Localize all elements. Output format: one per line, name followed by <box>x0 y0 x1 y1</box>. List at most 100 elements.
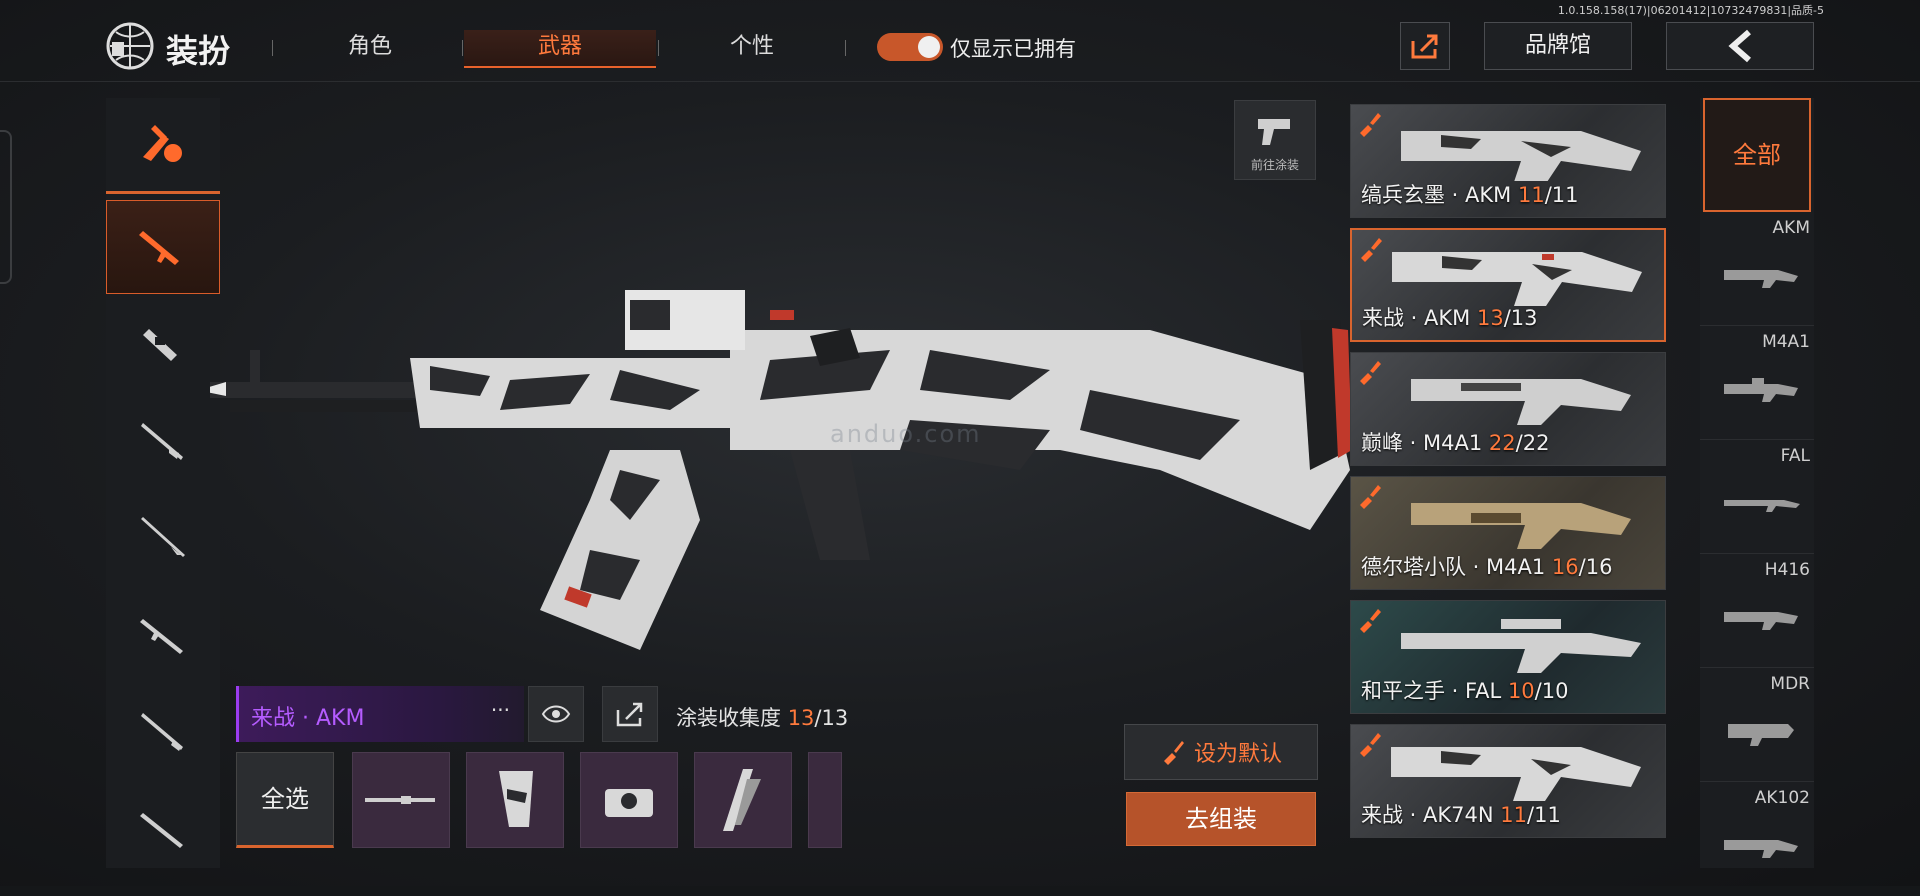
filter-item-fal[interactable]: FAL <box>1700 440 1814 554</box>
divider <box>658 40 659 56</box>
category-all-weapons[interactable] <box>106 98 220 194</box>
left-edge-handle[interactable] <box>0 130 12 284</box>
paintbrush-icon <box>1360 733 1381 757</box>
share-skin-button[interactable] <box>602 686 658 742</box>
skin-name: 来战 · AKM <box>1362 306 1471 330</box>
akm-icon <box>1724 270 1798 288</box>
owned-only-label: 仅显示已拥有 <box>950 37 1076 61</box>
skin-card[interactable]: 德尔塔小队 · M4A1 16/16 <box>1350 476 1666 590</box>
skin-card-label: 来战 · AKM 13/13 <box>1362 302 1538 332</box>
rifle-icon <box>140 813 183 848</box>
gun-thumbnail <box>1391 747 1641 801</box>
attachment-slot-more[interactable] <box>808 752 842 848</box>
paint-collection-progress: 涂装收集度 13/13 <box>676 702 848 732</box>
skin-owned: 11 <box>1517 183 1545 207</box>
skin-card-label: 和平之手 · FAL 10/10 <box>1361 675 1568 705</box>
skin-total: /11 <box>1544 183 1579 207</box>
filter-item-ak102[interactable]: AK102 <box>1700 782 1814 896</box>
skin-card[interactable]: 缟兵玄墨 · AKM 11/11 <box>1350 104 1666 218</box>
category-assault-rifle[interactable] <box>106 200 220 294</box>
category-pistol[interactable] <box>106 780 220 874</box>
weapon-category-sidebar <box>106 98 220 868</box>
gun-thumbnail <box>1401 131 1641 181</box>
skin-card[interactable]: 巅峰 · M4A1 22/22 <box>1350 352 1666 466</box>
select-all-button[interactable]: 全选 <box>236 752 334 848</box>
divider <box>272 40 273 56</box>
barrel-attachment-icon <box>365 796 435 804</box>
goto-paint-label: 前往涂装 <box>1250 158 1299 172</box>
current-skin-bar[interactable]: 来战 · AKM ··· <box>236 686 524 742</box>
set-default-label: 设为默认 <box>1193 742 1282 767</box>
attachment-slot-barrel[interactable] <box>352 752 450 848</box>
divider <box>845 40 846 56</box>
eye-icon <box>541 705 571 723</box>
attachment-slot-grip[interactable] <box>466 752 564 848</box>
h416-icon <box>1724 612 1798 630</box>
weapons-category-icon <box>143 124 182 162</box>
pistol-icon <box>1258 119 1290 145</box>
skin-owned: 11 <box>1500 803 1528 827</box>
set-default-button[interactable]: 设为默认 <box>1124 724 1318 780</box>
gun-thumbnail <box>1411 379 1631 425</box>
preview-toggle-button[interactable] <box>528 686 584 742</box>
page-title: 装扮 <box>166 32 231 70</box>
filter-item-akm[interactable]: AKM <box>1700 212 1814 326</box>
skin-list: 缟兵玄墨 · AKM 11/11 来战 · AKM 13/13 巅峰 · M4A… <box>1350 104 1666 850</box>
category-shotgun[interactable] <box>106 684 220 778</box>
skin-name: 来战 · AK74N <box>1361 803 1494 827</box>
fal-icon <box>1724 500 1800 512</box>
tab-personality[interactable]: 个性 <box>682 30 822 68</box>
assault-rifle-icon <box>139 231 179 265</box>
more-options-button[interactable]: ··· <box>491 698 510 722</box>
share-button[interactable] <box>1400 22 1450 70</box>
attachment-slot-sight[interactable] <box>580 752 678 848</box>
skin-total: /10 <box>1534 679 1569 703</box>
m4a1-icon <box>1724 378 1798 402</box>
category-lmg[interactable] <box>106 588 220 682</box>
filter-label: FAL <box>1780 446 1810 466</box>
back-arrow-icon <box>1728 29 1751 63</box>
gun-thumbnail <box>1392 252 1642 306</box>
filter-label: H416 <box>1764 560 1810 580</box>
weapon-preview-akm <box>210 290 1350 650</box>
filter-all-button[interactable]: 全部 <box>1703 98 1811 212</box>
category-sniper[interactable] <box>106 394 220 488</box>
sniper-rifle-icon <box>141 423 183 460</box>
mdr-icon <box>1728 724 1794 746</box>
paintbrush-icon <box>1360 113 1381 137</box>
smg-icon <box>143 329 177 361</box>
paintbrush-icon <box>1360 361 1381 385</box>
toggle-knob <box>918 36 940 58</box>
skin-card-label: 来战 · AK74N 11/11 <box>1361 799 1561 829</box>
paintbrush-icon <box>1360 485 1381 509</box>
category-smg[interactable] <box>106 298 220 392</box>
tab-weapon[interactable]: 武器 <box>464 30 656 68</box>
skin-card[interactable]: 来战 · AK74N 11/11 <box>1350 724 1666 838</box>
current-skin-name: 来战 · AKM <box>251 706 365 731</box>
shotgun-icon <box>141 713 183 751</box>
filter-label: M4A1 <box>1762 332 1810 352</box>
skin-total: /16 <box>1578 555 1613 579</box>
collection-label: 涂装收集度 <box>676 706 781 730</box>
tab-character[interactable]: 角色 <box>300 30 440 68</box>
stock-attachment-icon <box>723 769 761 831</box>
attachment-slot-stock[interactable] <box>694 752 792 848</box>
gun-thumbnail <box>1411 503 1631 549</box>
go-assemble-button[interactable]: 去组装 <box>1126 792 1316 846</box>
filter-item-mdr[interactable]: MDR <box>1700 668 1814 782</box>
skin-card-selected[interactable]: 来战 · AKM 13/13 <box>1350 228 1666 342</box>
ak102-icon <box>1724 840 1798 858</box>
back-button[interactable] <box>1666 22 1814 70</box>
skin-card-label: 德尔塔小队 · M4A1 16/16 <box>1361 551 1612 581</box>
owned-only-toggle[interactable] <box>877 33 943 61</box>
filter-label: AKM <box>1772 218 1810 238</box>
goto-paint-button[interactable]: 前往涂装 <box>1234 100 1316 180</box>
filter-item-h416[interactable]: H416 <box>1700 554 1814 668</box>
filter-item-m4a1[interactable]: M4A1 <box>1700 326 1814 440</box>
collection-owned: 13 <box>787 706 815 730</box>
skin-card[interactable]: 和平之手 · FAL 10/10 <box>1350 600 1666 714</box>
paintbrush-icon <box>1361 238 1382 262</box>
category-marksman[interactable] <box>106 490 220 584</box>
brand-hall-button[interactable]: 品牌馆 <box>1484 22 1632 70</box>
share-icon <box>616 702 643 727</box>
